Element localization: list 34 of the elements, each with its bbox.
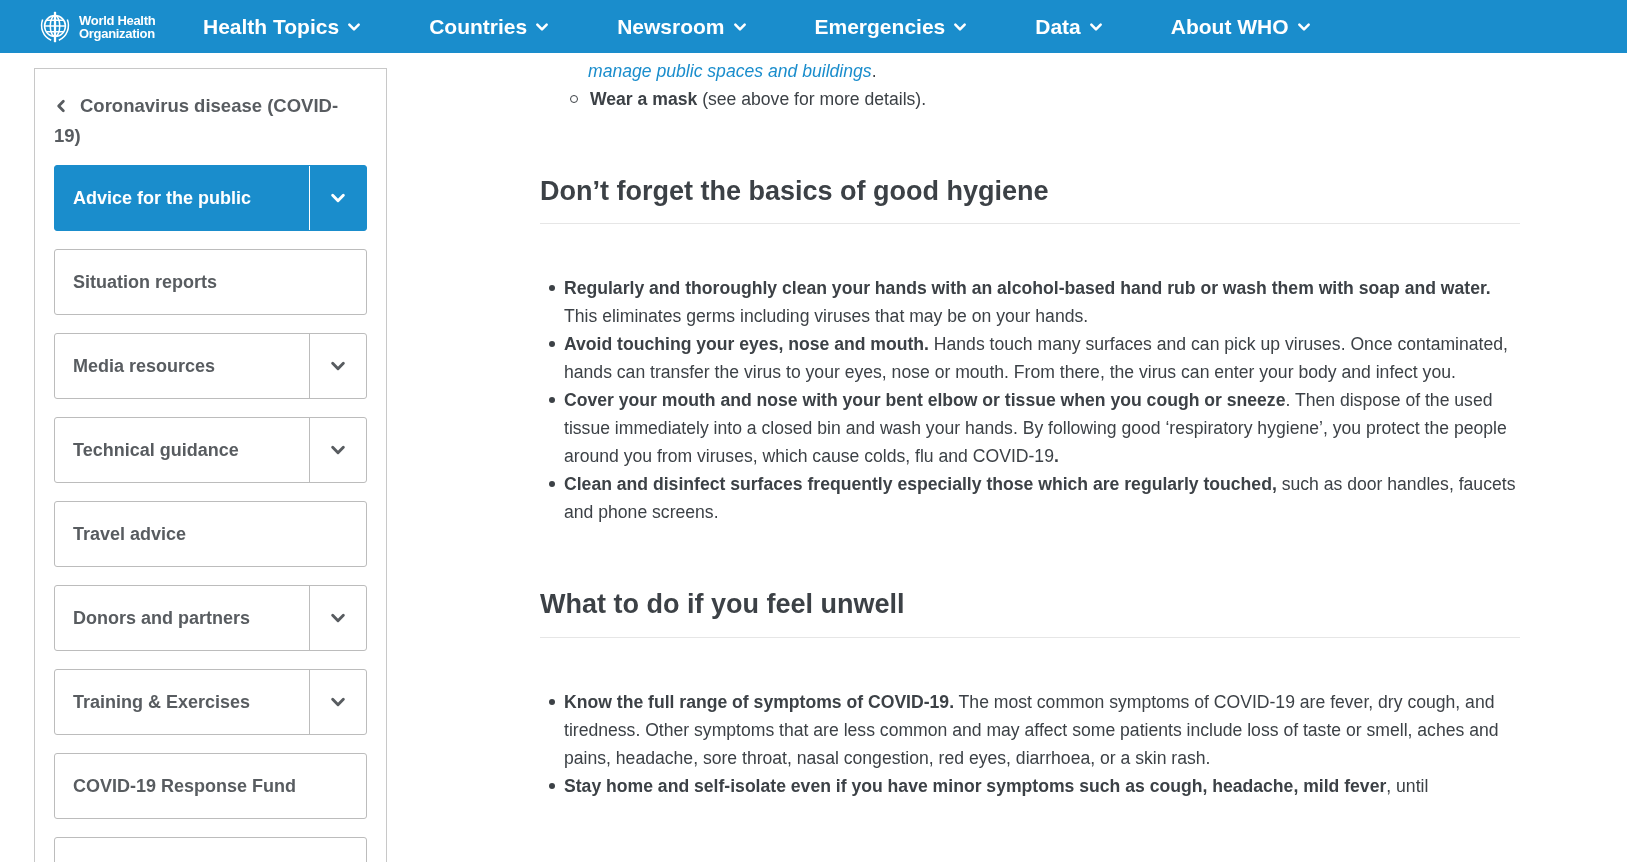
list-text: Regularly and thoroughly clean your hands with an alcohol-based hand rub or wash them with soap and water. This eliminates germs including viruses that may be on your hands.	[564, 277, 1492, 329]
list-text: manage public spaces and buildings.	[587, 60, 878, 83]
nav-menu-link[interactable]: Health Topics	[203, 10, 362, 43]
bullet-icon	[549, 341, 555, 348]
sidebar-link[interactable]: Travel advice	[55, 502, 366, 566]
link[interactable]: manage public spaces and buildings	[588, 61, 872, 81]
logo-text: World Health Organization	[79, 13, 157, 40]
back-link[interactable]: Coronavirus disease (COVID-19)	[54, 91, 367, 151]
chevron-left-icon	[54, 99, 68, 113]
nav-menu-link[interactable]: Newsroom	[617, 10, 747, 43]
bullet-icon	[549, 481, 555, 488]
list-text: Clean and disinfect surfaces frequently especially those which are regularly touched, such as door handles, faucets and phone screens.	[564, 473, 1517, 525]
sidebar-link[interactable]: Situation reports	[55, 250, 366, 314]
bullet-icon	[549, 397, 555, 404]
list-text: Cover your mouth and nose with your bent elbow or tissue when you cough or sneeze. Then dispose of the used tissue immediately into a closed bin and wash your hands. By following good ‘respiratory hygiene’, you protect the people around you from viruses, which cause colds, flu and COVID-19.	[564, 389, 1508, 469]
list-text: Know the full range of symptoms of COVID-19. The most common symptoms of COVID-19 are fever, dry cough, and tiredness. Other symptoms that are less common and may affect some patients include loss of taste or smell, aches and pains, headache, sore throat, nasal congestion, red eyes, diarrhoea, or a skin rash.	[564, 690, 1500, 770]
bullet-icon	[549, 285, 555, 292]
sidebar-link[interactable]: Training & Exercises	[55, 670, 309, 734]
list-text: Stay home and self-isolate even if you have minor symptoms such as cough, headache, mild fever, until	[564, 774, 1429, 798]
sidebar-link[interactable]: Technical guidance	[55, 418, 309, 482]
bullet-icon	[549, 698, 555, 705]
sidebar-link[interactable]: Donors and partners	[55, 586, 309, 650]
section-heading: Don’t forget the basics of good hygiene	[540, 175, 1520, 225]
bullet-icon	[549, 782, 555, 789]
list-text: Avoid touching your eyes, nose and mouth. Hands touch many surfaces and can pick up viruses. Once contaminated, hands can transfer the virus to your eyes, nose or mouth. From there, the virus can enter your body and infect you.	[564, 333, 1509, 385]
section-heading: What to do if you feel unwell	[540, 588, 1520, 638]
sidebar-link[interactable]: Media resources	[55, 334, 309, 398]
sidebar-link[interactable]: COVID-19 Response Fund	[55, 754, 366, 818]
nav-menu-link[interactable]: Emergencies	[814, 10, 968, 43]
nav-menu-link[interactable]: About WHO	[1170, 10, 1311, 43]
sidebar-link[interactable]: Advice for the public	[55, 166, 309, 230]
nav-menu-link[interactable]: Countries	[429, 10, 550, 43]
list-text: Wear a mask (see above for more details).	[590, 88, 927, 111]
nav-menu-link[interactable]: Data	[1035, 10, 1103, 43]
